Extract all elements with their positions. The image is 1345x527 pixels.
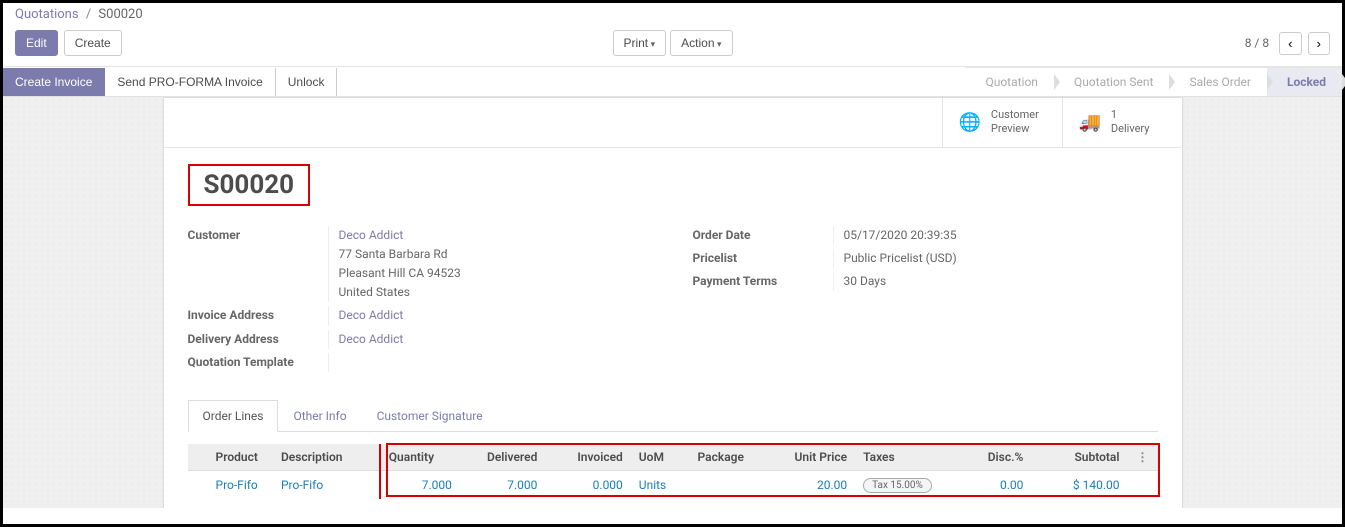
order-date-value: 05/17/2020 20:39:35 [833,226,1158,245]
send-proforma-button[interactable]: Send PRO-FORMA Invoice [105,68,275,96]
stat-delivery-l2: Delivery [1111,122,1150,136]
quotation-template-label: Quotation Template [188,353,328,372]
print-dropdown[interactable]: Print [612,30,666,56]
stat-delivery-l1: 1 [1111,108,1150,122]
customer-link[interactable]: Deco Addict [339,228,404,242]
button-box: 🌐 Customer Preview 🚚 1 Delivery [164,98,1182,148]
th-delivered[interactable]: Delivered [460,444,545,471]
row-package [690,470,765,499]
table-row[interactable]: Pro-Fifo Pro-Fifo 7.000 7.000 0.000 Unit… [188,470,1158,499]
order-date-label: Order Date [693,226,833,245]
invoice-address-link[interactable]: Deco Addict [339,308,404,322]
addr2: Pleasant Hill CA 94523 [339,266,461,280]
stat-preview-l2: Preview [991,122,1039,136]
tab-customer-signature[interactable]: Customer Signature [362,400,498,432]
unlock-button[interactable]: Unlock [276,68,338,96]
pager-text: 8 / 8 [1245,36,1269,50]
delivery-address-label: Delivery Address [188,330,328,349]
row-quantity: 7.000 [380,470,460,499]
pricelist-value: Public Pricelist (USD) [833,249,1158,268]
status-locked[interactable]: Locked [1267,67,1342,96]
form-sheet: 🌐 Customer Preview 🚚 1 Delivery S00020 [163,97,1183,508]
status-quotation-sent[interactable]: Quotation Sent [1054,67,1170,96]
pager-prev[interactable]: ‹ [1279,32,1301,55]
tab-order-lines[interactable]: Order Lines [188,400,279,432]
th-uom[interactable]: UoM [631,444,690,471]
addr1: 77 Santa Barbara Rd [339,247,448,261]
th-subtotal[interactable]: Subtotal [1031,444,1127,471]
th-kebab[interactable]: ⋮ [1128,444,1158,471]
create-invoice-button[interactable]: Create Invoice [3,68,105,96]
payment-terms-label: Payment Terms [693,272,833,291]
row-taxes[interactable]: Tax 15.00% [863,478,932,493]
breadcrumb-current: S00020 [98,7,142,22]
th-quantity[interactable]: Quantity [380,444,460,471]
customer-label: Customer [188,226,328,303]
status-quotation[interactable]: Quotation [965,67,1053,96]
pager-next[interactable]: › [1308,32,1330,55]
row-invoiced: 0.000 [545,470,630,499]
record-title: S00020 [188,164,311,206]
customer-preview-button[interactable]: 🌐 Customer Preview [942,98,1062,147]
row-product[interactable]: Pro-Fifo [216,478,258,492]
row-description[interactable]: Pro-Fifo [281,478,323,492]
invoice-address-label: Invoice Address [188,306,328,325]
truck-icon: 🚚 [1079,112,1101,133]
status-bar: Quotation Quotation Sent Sales Order Loc… [965,67,1342,96]
toolbar: Edit Create Print Action 8 / 8 ‹ › [3,24,1342,67]
delivery-address-link[interactable]: Deco Addict [339,332,404,346]
action-bar: Create Invoice Send PRO-FORMA Invoice Un… [3,67,1342,97]
status-sales-order[interactable]: Sales Order [1169,67,1267,96]
stat-preview-l1: Customer [991,108,1039,122]
pricelist-label: Pricelist [693,249,833,268]
delivery-button[interactable]: 🚚 1 Delivery [1062,98,1182,147]
create-button[interactable]: Create [64,30,122,56]
tab-other-info[interactable]: Other Info [278,400,361,432]
row-delivered: 7.000 [460,470,545,499]
row-unit-price: 20.00 [764,470,855,499]
breadcrumb-sep: / [86,7,91,22]
order-lines-table: Product Description Quantity Delivered I… [188,444,1158,499]
th-invoiced[interactable]: Invoiced [545,444,630,471]
main-area: 🌐 Customer Preview 🚚 1 Delivery S00020 [3,97,1342,508]
th-product[interactable]: Product [188,444,273,471]
th-taxes[interactable]: Taxes [855,444,956,471]
th-unit-price[interactable]: Unit Price [764,444,855,471]
th-package[interactable]: Package [690,444,765,471]
tabs: Order Lines Other Info Customer Signatur… [188,400,1158,432]
th-description[interactable]: Description [273,444,380,471]
row-uom[interactable]: Units [639,478,666,492]
payment-terms-value: 30 Days [833,272,1158,291]
breadcrumb: Quotations / S00020 [3,3,1342,24]
row-subtotal: $ 140.00 [1031,470,1127,499]
th-disc[interactable]: Disc.% [957,444,1032,471]
globe-icon: 🌐 [959,112,981,133]
breadcrumb-parent[interactable]: Quotations [15,7,79,22]
action-dropdown[interactable]: Action [670,30,732,56]
edit-button[interactable]: Edit [15,30,58,56]
addr3: United States [339,285,410,299]
row-disc: 0.00 [957,470,1032,499]
